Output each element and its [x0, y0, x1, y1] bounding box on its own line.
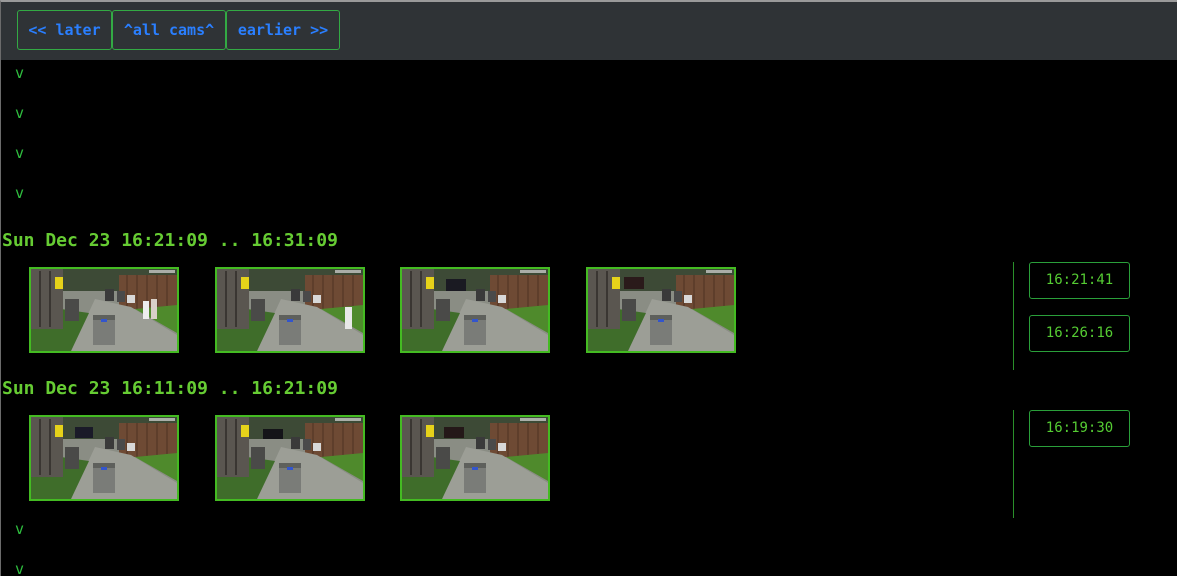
- camera-thumbnail[interactable]: [400, 415, 550, 501]
- earlier-button[interactable]: earlier >>: [226, 10, 340, 50]
- camera-snapshot-image: [31, 269, 177, 351]
- time-range-header: Sun Dec 23 16:11:09 .. 16:21:09: [2, 378, 338, 399]
- expand-toggle[interactable]: v: [15, 521, 24, 537]
- time-range-header: Sun Dec 23 16:21:09 .. 16:31:09: [2, 230, 338, 251]
- expand-toggle[interactable]: v: [15, 561, 24, 576]
- camera-snapshot-image: [402, 417, 548, 499]
- divider-line: [1013, 262, 1014, 370]
- camera-snapshot-image: [217, 417, 363, 499]
- camera-snapshot-image: [217, 269, 363, 351]
- camera-thumbnail[interactable]: [586, 267, 736, 353]
- expand-toggle[interactable]: v: [15, 185, 24, 201]
- camera-snapshot-image: [402, 269, 548, 351]
- camera-thumbnail[interactable]: [29, 267, 179, 353]
- camera-snapshot-image: [31, 417, 177, 499]
- all-cams-button[interactable]: ^all cams^: [112, 10, 226, 50]
- expand-toggle[interactable]: v: [15, 65, 24, 81]
- timestamp-button[interactable]: 16:19:30: [1029, 410, 1130, 447]
- later-button[interactable]: << later: [17, 10, 112, 50]
- navigation-bar: << later ^all cams^ earlier >>: [1, 2, 1177, 60]
- expand-toggle[interactable]: v: [15, 105, 24, 121]
- camera-thumbnail[interactable]: [400, 267, 550, 353]
- camera-thumbnail[interactable]: [215, 267, 365, 353]
- camera-thumbnail[interactable]: [215, 415, 365, 501]
- page: << later ^all cams^ earlier >> v v v v S…: [0, 0, 1177, 576]
- timestamp-button[interactable]: 16:26:16: [1029, 315, 1130, 352]
- divider-line: [1013, 410, 1014, 518]
- timestamp-button[interactable]: 16:21:41: [1029, 262, 1130, 299]
- camera-thumbnail[interactable]: [29, 415, 179, 501]
- camera-snapshot-image: [588, 269, 734, 351]
- expand-toggle[interactable]: v: [15, 145, 24, 161]
